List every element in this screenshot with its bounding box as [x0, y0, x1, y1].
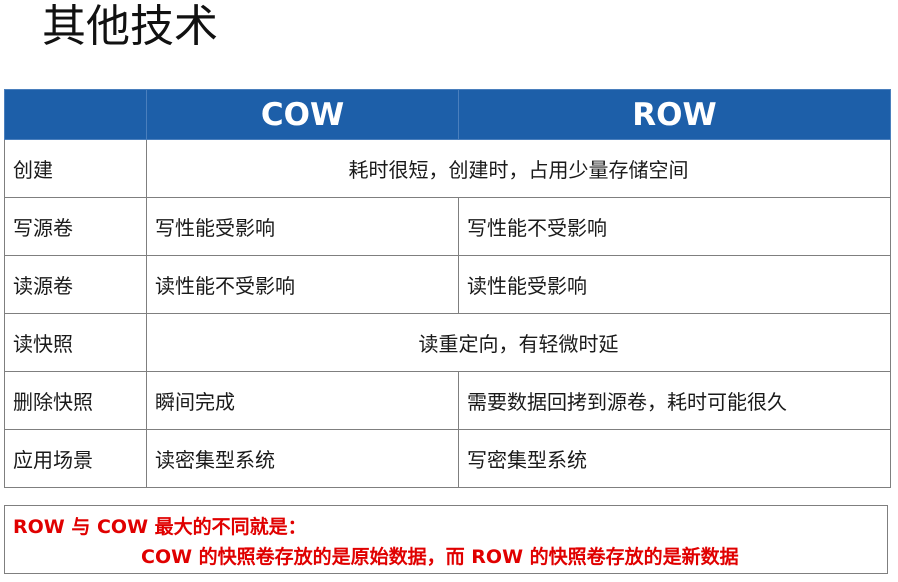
comparison-table: COW ROW 创建 耗时很短，创建时，占用少量存储空间 写源卷 写性能受影响 … — [4, 89, 891, 488]
merged-cell: 读重定向，有轻微时延 — [146, 313, 891, 372]
cow-cell: 读性能不受影响 — [146, 255, 459, 314]
row-label: 创建 — [4, 139, 147, 198]
table-row: 读快照 读重定向，有轻微时延 — [4, 313, 891, 372]
table-row: 删除快照 瞬间完成 需要数据回拷到源卷，耗时可能很久 — [4, 371, 891, 430]
cow-cell: 读密集型系统 — [146, 429, 459, 488]
header-corner — [4, 89, 147, 140]
row-cell: 需要数据回拷到源卷，耗时可能很久 — [458, 371, 891, 430]
table-row: 创建 耗时很短，创建时，占用少量存储空间 — [4, 139, 891, 198]
table-row: 应用场景 读密集型系统 写密集型系统 — [4, 429, 891, 488]
row-cell: 写性能不受影响 — [458, 197, 891, 256]
cow-cell: 瞬间完成 — [146, 371, 459, 430]
row-label: 读源卷 — [4, 255, 147, 314]
cow-cell: 写性能受影响 — [146, 197, 459, 256]
merged-cell: 耗时很短，创建时，占用少量存储空间 — [146, 139, 891, 198]
row-label: 写源卷 — [4, 197, 147, 256]
table-row: 读源卷 读性能不受影响 读性能受影响 — [4, 255, 891, 314]
row-label: 删除快照 — [4, 371, 147, 430]
difference-note: ROW 与 COW 最大的不同就是： COW 的快照卷存放的是原始数据，而 RO… — [4, 505, 888, 574]
header-cow: COW — [146, 89, 459, 140]
note-line-1: ROW 与 COW 最大的不同就是： — [13, 516, 307, 538]
row-label: 应用场景 — [4, 429, 147, 488]
table-row: 写源卷 写性能受影响 写性能不受影响 — [4, 197, 891, 256]
row-label: 读快照 — [4, 313, 147, 372]
header-row: ROW — [458, 89, 891, 140]
table-header-row: COW ROW — [4, 89, 891, 140]
page-title: 其他技术 — [42, 1, 218, 52]
row-cell: 写密集型系统 — [458, 429, 891, 488]
row-cell: 读性能受影响 — [458, 255, 891, 314]
note-line-2: COW 的快照卷存放的是原始数据，而 ROW 的快照卷存放的是新数据 — [141, 546, 739, 568]
